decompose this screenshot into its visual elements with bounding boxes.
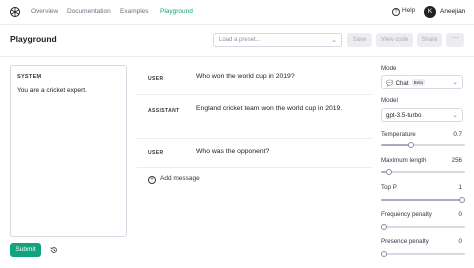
system-label: SYSTEM xyxy=(17,74,42,80)
slider-handle[interactable] xyxy=(381,251,387,257)
message-role[interactable]: USER xyxy=(148,76,164,82)
add-message-button[interactable]: + Add message xyxy=(148,175,200,184)
mode-select[interactable]: 💬 Chat Beta ⌄ xyxy=(381,75,463,89)
plus-icon: + xyxy=(148,176,156,184)
page-title: Playground xyxy=(10,34,57,44)
presence-penalty-slider[interactable] xyxy=(381,251,465,257)
preset-select[interactable]: Load a preset... ⌄ xyxy=(213,33,342,47)
chat-icon: 💬 xyxy=(386,81,394,87)
system-text[interactable]: You are a cricket expert. xyxy=(17,87,87,94)
view-code-button[interactable]: View code xyxy=(376,33,413,47)
top-p-value[interactable]: 1 xyxy=(459,184,462,191)
help-label: Help xyxy=(402,7,416,14)
mode-label: Mode xyxy=(381,65,397,72)
slider-track xyxy=(381,171,465,173)
top-p-slider[interactable] xyxy=(381,197,465,203)
user-name[interactable]: Aneejian xyxy=(440,8,465,15)
slider-handle[interactable] xyxy=(381,224,387,230)
message-row[interactable]: USER Who won the world cup in 2019? xyxy=(137,63,372,95)
chevron-down-icon: ⌄ xyxy=(452,112,458,119)
help-button[interactable]: ? Help xyxy=(392,7,415,16)
maximum-length-slider[interactable] xyxy=(381,169,465,175)
slider-handle[interactable] xyxy=(459,197,465,203)
nav-examples-link[interactable]: Examples xyxy=(120,8,149,15)
system-panel[interactable]: SYSTEM You are a cricket expert. xyxy=(10,65,127,237)
beta-badge: Beta xyxy=(411,79,425,86)
message-content[interactable]: Who won the world cup in 2019? xyxy=(196,72,346,82)
save-button[interactable]: Save xyxy=(347,33,372,47)
mode-value: Chat xyxy=(395,80,409,87)
message-row[interactable]: ASSISTANT England cricket team won the w… xyxy=(137,95,372,139)
chevron-down-icon: ⌄ xyxy=(331,37,337,44)
nav-playground-link[interactable]: Playground xyxy=(160,8,193,15)
model-label: Model xyxy=(381,97,398,104)
slider-fill xyxy=(381,144,411,146)
slider-fill xyxy=(381,199,465,201)
frequency-penalty-slider[interactable] xyxy=(381,224,465,230)
top-nav: Overview Documentation Examples Playgrou… xyxy=(0,0,474,25)
maximum-length-label: Maximum length xyxy=(381,157,427,164)
maximum-length-value[interactable]: 256 xyxy=(452,157,462,164)
slider-handle[interactable] xyxy=(385,169,392,175)
help-icon: ? xyxy=(392,8,400,16)
presence-penalty-value[interactable]: 0 xyxy=(459,238,462,245)
preset-placeholder: Load a preset... xyxy=(219,37,261,43)
temperature-label: Temperature xyxy=(381,131,416,138)
avatar[interactable]: K xyxy=(424,6,436,18)
message-role[interactable]: USER xyxy=(148,150,164,156)
model-value: gpt-3.5-turbo xyxy=(386,112,422,119)
header-divider xyxy=(0,56,474,57)
add-message-label: Add message xyxy=(160,175,200,182)
message-content[interactable]: England cricket team won the world cup i… xyxy=(196,104,346,114)
message-row[interactable]: USER Who was the opponent? xyxy=(137,139,372,168)
presence-penalty-label: Presence penalty xyxy=(381,238,429,245)
temperature-slider[interactable] xyxy=(381,142,465,148)
nav-documentation-link[interactable]: Documentation xyxy=(67,8,111,15)
chevron-down-icon: ⌄ xyxy=(452,79,458,86)
frequency-penalty-label: Frequency penalty xyxy=(381,211,432,218)
model-select[interactable]: gpt-3.5-turbo ⌄ xyxy=(381,108,463,122)
frequency-penalty-value[interactable]: 0 xyxy=(459,211,462,218)
message-content[interactable]: Who was the opponent? xyxy=(196,147,346,157)
openai-logo-icon[interactable] xyxy=(9,6,21,18)
slider-track xyxy=(381,253,465,255)
message-role[interactable]: ASSISTANT xyxy=(148,108,180,114)
submit-button[interactable]: Submit xyxy=(10,243,41,257)
top-p-label: Top P xyxy=(381,184,397,191)
nav-overview-link[interactable]: Overview xyxy=(31,8,58,15)
slider-handle[interactable] xyxy=(408,142,415,148)
history-icon[interactable] xyxy=(50,246,58,254)
share-button[interactable]: Share xyxy=(417,33,442,47)
more-options-button[interactable]: ··· xyxy=(446,33,464,47)
slider-track xyxy=(381,226,465,228)
temperature-value[interactable]: 0.7 xyxy=(453,131,462,138)
